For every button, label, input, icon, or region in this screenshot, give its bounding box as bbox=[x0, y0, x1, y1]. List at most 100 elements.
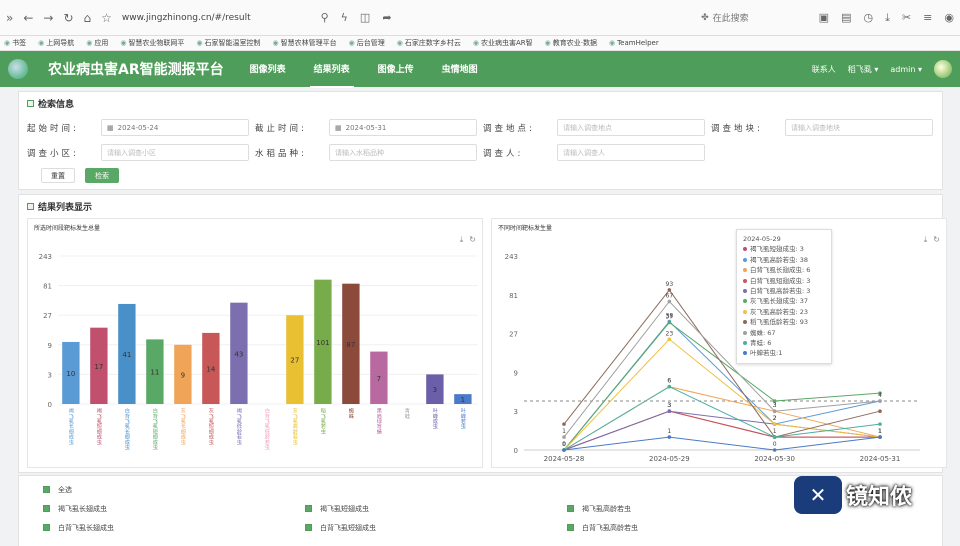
avatar[interactable] bbox=[934, 60, 952, 78]
legend-select-all[interactable]: 全选 bbox=[43, 480, 918, 499]
series-point[interactable] bbox=[772, 409, 777, 413]
bolt-icon[interactable]: ϟ bbox=[341, 11, 348, 24]
series-point[interactable] bbox=[562, 448, 566, 452]
field-input[interactable]: 请输入水稻品种 bbox=[329, 144, 477, 161]
ext-icon[interactable]: ▤ bbox=[841, 11, 851, 25]
tooltip-row: 灰飞虱长翅成虫: 37 bbox=[743, 296, 825, 306]
series-point[interactable] bbox=[878, 435, 882, 439]
series-line[interactable] bbox=[563, 300, 881, 438]
tooltip-row: 白背飞虱长翅成虫: 6 bbox=[743, 265, 825, 275]
series-point[interactable] bbox=[878, 422, 882, 426]
star-icon[interactable]: ☆ bbox=[101, 11, 112, 25]
x-tick-label: 2024-05-30 bbox=[754, 455, 795, 463]
series-point[interactable] bbox=[667, 409, 672, 413]
profile-icon[interactable]: ◉ bbox=[944, 11, 954, 25]
scissors-icon[interactable]: ✂ bbox=[902, 11, 911, 25]
refresh-icon[interactable]: ↻ bbox=[469, 235, 476, 245]
series-point[interactable] bbox=[667, 384, 672, 389]
reload-icon[interactable]: ↻ bbox=[63, 11, 73, 25]
legend-item[interactable]: 褐飞虱长翅成虫 bbox=[43, 499, 305, 518]
contact-link[interactable]: 联系人 bbox=[812, 64, 836, 75]
form-field: 调查地点: 请输入调查地点 bbox=[483, 119, 711, 136]
user-dropdown-2[interactable]: admin ▾ bbox=[890, 65, 922, 74]
bookmark-item[interactable]: ◉ 后台管理 bbox=[349, 38, 385, 48]
search-button[interactable]: 检索 bbox=[85, 168, 119, 183]
menu-item[interactable]: 图像列表 bbox=[246, 51, 290, 88]
series-point[interactable] bbox=[667, 288, 672, 292]
field-input[interactable]: 请输入调查人 bbox=[557, 144, 705, 161]
field-input[interactable]: ▦ 2024-05-24 bbox=[101, 119, 249, 136]
ext-icon[interactable]: ▣ bbox=[819, 11, 829, 25]
bookmark-item[interactable]: ◉ 农业病虫害AR智 bbox=[473, 38, 533, 48]
form-field: 起始时间: ▦ 2024-05-24 bbox=[27, 119, 255, 136]
download-icon[interactable]: ⤓ bbox=[924, 235, 928, 245]
bookmark-icon: ◉ bbox=[608, 39, 616, 47]
x-tick-label: 白背飞虱长翅成虫 bbox=[123, 407, 129, 451]
tooltip-row: 灰飞虱高龄若虫: 23 bbox=[743, 307, 825, 317]
bookmark-item[interactable]: ◉ 智慧农林管理平台 bbox=[273, 38, 337, 48]
series-point[interactable] bbox=[562, 435, 566, 439]
field-input[interactable]: 请输入调查地点 bbox=[557, 119, 705, 136]
forward-icon[interactable]: → bbox=[43, 11, 53, 25]
menu-item[interactable]: 图像上传 bbox=[374, 51, 418, 88]
reset-button[interactable]: 重置 bbox=[41, 168, 75, 183]
series-point[interactable] bbox=[667, 337, 672, 342]
series-line[interactable] bbox=[563, 289, 881, 438]
download-icon[interactable]: ⤓ bbox=[885, 11, 890, 25]
menu-icon[interactable]: ≡ bbox=[923, 11, 932, 25]
legend-item[interactable]: 白背飞虱长翅成虫 bbox=[43, 518, 305, 537]
capture-icon[interactable]: ◫ bbox=[360, 11, 370, 24]
series-line[interactable] bbox=[563, 320, 881, 451]
series-dot-icon bbox=[743, 309, 747, 314]
legend-item[interactable]: 褐飞虱高龄若虫 bbox=[567, 499, 829, 518]
legend-label: 褐飞虱短翅成虫 bbox=[320, 504, 369, 513]
legend-item[interactable]: 褐飞虱短翅成虫 bbox=[305, 499, 567, 518]
y-tick-label: 81 bbox=[509, 292, 518, 300]
browser-search[interactable]: ✤ 在此搜索 bbox=[701, 11, 749, 25]
user-dropdown-1[interactable]: 稻飞虱 ▾ bbox=[848, 64, 879, 75]
bookmark-item[interactable]: ◉ 教育农业·数据 bbox=[545, 38, 597, 48]
refresh-icon[interactable]: ↻ bbox=[933, 235, 940, 245]
x-tick-label: 叶蝉若虫 bbox=[460, 407, 466, 431]
series-point[interactable] bbox=[667, 435, 672, 439]
bookmark-icon: ◉ bbox=[348, 39, 355, 47]
series-point[interactable] bbox=[667, 320, 672, 325]
field-input[interactable]: 请输入调查地块 bbox=[785, 119, 933, 136]
menu-item[interactable]: 虫情地图 bbox=[438, 51, 482, 88]
share-icon[interactable]: ➦ bbox=[382, 11, 391, 24]
bookmark-item[interactable]: ◉ 智慧农业物联网平 bbox=[120, 38, 184, 48]
series-point[interactable] bbox=[772, 448, 777, 452]
series-point[interactable] bbox=[878, 409, 882, 413]
bookmark-item[interactable]: ◉ TeamHelper bbox=[609, 39, 659, 47]
bookmark-item[interactable]: ◉ 书签 bbox=[4, 38, 26, 48]
home-icon[interactable]: ⌂ bbox=[84, 11, 92, 25]
bookmark-item[interactable]: ◉ 应用 bbox=[86, 38, 108, 48]
series-point[interactable] bbox=[667, 299, 672, 304]
series-point[interactable] bbox=[878, 399, 882, 403]
download-icon[interactable]: ⤓ bbox=[460, 235, 464, 245]
field-input[interactable]: 请输入调查小区 bbox=[101, 144, 249, 161]
legend-item[interactable]: 白背飞虱短翅成虫 bbox=[305, 518, 567, 537]
series-line[interactable] bbox=[563, 436, 881, 451]
point-value-label: 23 bbox=[666, 330, 674, 337]
location-icon[interactable]: ⚲ bbox=[321, 11, 329, 24]
legend-label: 白背飞虱短翅成虫 bbox=[320, 523, 376, 532]
bookmark-item[interactable]: ◉ 石家智能温室控制 bbox=[196, 38, 260, 48]
menu-item[interactable]: 结果列表 bbox=[309, 51, 354, 88]
back-icon[interactable]: ← bbox=[23, 11, 33, 25]
bookmark-item[interactable]: ◉ 石家庄数字乡村云 bbox=[397, 38, 461, 48]
series-point[interactable] bbox=[772, 435, 777, 439]
main-menu: 图像列表 结果列表 图像上传 虫情地图 bbox=[246, 51, 482, 88]
bookmark-item[interactable]: ◉ 上网导航 bbox=[38, 38, 74, 48]
series-point[interactable] bbox=[772, 422, 777, 426]
x-tick-label: 2024-05-29 bbox=[649, 455, 690, 463]
chart-tooltip: 2024-05-29 褐飞虱短翅成虫: 3 褐飞虱高龄若虫: 38 白背飞虱长翅成虫:… bbox=[736, 229, 832, 364]
history-icon[interactable]: ◷ bbox=[863, 11, 873, 25]
legend-item[interactable]: 白背飞虱高龄若虫 bbox=[567, 518, 829, 537]
series-point[interactable] bbox=[562, 422, 566, 426]
sidebar-icon[interactable]: » bbox=[6, 11, 13, 25]
x-tick-label: 灰飞虱高龄若虫 bbox=[291, 407, 297, 446]
form-row: 起始时间: ▦ 2024-05-24 截止时间: ▦ 2024-05-31 调查地点: 请输入… bbox=[19, 115, 942, 140]
field-input[interactable]: ▦ 2024-05-31 bbox=[329, 119, 477, 136]
address-bar[interactable]: www.jingzhinong.cn/#/result bbox=[122, 13, 251, 23]
